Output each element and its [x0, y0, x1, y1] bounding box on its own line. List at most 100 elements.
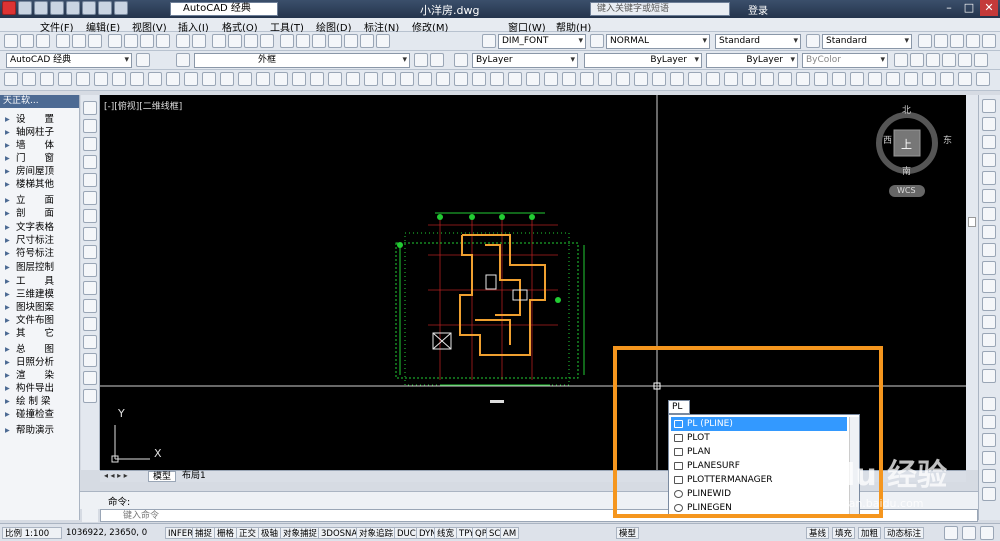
tool-icon-3[interactable] — [40, 72, 54, 86]
menu-item-site-plan[interactable]: 总 图 — [0, 343, 80, 356]
tool-icon-35[interactable] — [616, 72, 630, 86]
copy-icon[interactable] — [124, 34, 138, 48]
tool-icon-26[interactable] — [454, 72, 468, 86]
tool-icon-39[interactable] — [688, 72, 702, 86]
break-icon[interactable] — [982, 297, 996, 311]
toolbar-extra-icon-2[interactable] — [934, 34, 948, 48]
fillet-icon[interactable] — [982, 351, 996, 365]
construction-line-icon[interactable] — [83, 119, 97, 133]
tool-icon-37[interactable] — [652, 72, 666, 86]
save-as-icon[interactable] — [66, 1, 80, 15]
new-file-icon[interactable] — [18, 1, 32, 15]
toolbar-icon-b[interactable] — [910, 53, 924, 67]
open-icon[interactable] — [20, 34, 34, 48]
trim-icon[interactable] — [982, 261, 996, 275]
stretch-icon[interactable] — [982, 243, 996, 257]
tool-icon-1[interactable] — [4, 72, 18, 86]
tool-palettes-icon[interactable] — [312, 34, 326, 48]
login-link[interactable]: 登录 — [748, 2, 768, 17]
status-model[interactable]: 模型 — [616, 527, 640, 539]
scale-icon[interactable] — [982, 225, 996, 239]
tool-icon-19[interactable] — [328, 72, 342, 86]
menu-item-render[interactable]: 渲 染 — [0, 369, 80, 382]
viewcube-south[interactable]: 南 — [902, 164, 911, 177]
toggle-osnap[interactable]: 对象捕捉 — [280, 527, 321, 539]
menu-item-help[interactable]: 帮助演示 — [0, 424, 80, 437]
lineweight-select[interactable]: ByLayer — [706, 53, 798, 68]
tool-icon-7[interactable] — [112, 72, 126, 86]
cut-icon[interactable] — [108, 34, 122, 48]
status-fill[interactable]: 填充 — [832, 527, 856, 539]
qnew-icon[interactable] — [4, 34, 18, 48]
explode-icon[interactable] — [982, 369, 996, 383]
toggle-ortho[interactable]: 正交 — [236, 527, 260, 539]
toggle-otrack[interactable]: 对象追踪 — [356, 527, 397, 539]
paste-icon[interactable] — [140, 34, 154, 48]
sheet-set-icon[interactable] — [328, 34, 342, 48]
toggle-polar[interactable]: 极轴 — [258, 527, 282, 539]
lock-icon[interactable] — [962, 526, 976, 540]
menu-item-layer-control[interactable]: 图层控制 — [0, 261, 80, 274]
plot-preview-icon[interactable] — [72, 34, 86, 48]
tool-icon-29[interactable] — [508, 72, 522, 86]
make-block-icon[interactable] — [83, 299, 97, 313]
osnap-node-icon[interactable] — [982, 451, 996, 465]
redo-icon[interactable] — [192, 34, 206, 48]
menu-item-block-hatch[interactable]: 图块图案 — [0, 301, 80, 314]
tool-icon-36[interactable] — [634, 72, 648, 86]
minimize-icon[interactable]: – — [940, 0, 958, 16]
tool-icon-22[interactable] — [382, 72, 396, 86]
osnap-midpoint-icon[interactable] — [982, 415, 996, 429]
copy-object-icon[interactable] — [982, 117, 996, 131]
toolbar-icon-d[interactable] — [942, 53, 956, 67]
polygon-icon[interactable] — [83, 155, 97, 169]
extend-icon[interactable] — [982, 279, 996, 293]
tool-icon-5[interactable] — [76, 72, 90, 86]
save-icon[interactable] — [36, 34, 50, 48]
linetype-select[interactable]: ByLayer — [584, 53, 702, 68]
point-icon[interactable] — [83, 317, 97, 331]
menu-item-export[interactable]: 构件导出 — [0, 382, 80, 395]
osnap-center-icon[interactable] — [982, 433, 996, 447]
tool-icon-46[interactable] — [814, 72, 828, 86]
tool-icon-50[interactable] — [886, 72, 900, 86]
help-icon[interactable] — [376, 34, 390, 48]
dim-style-select[interactable]: NORMAL — [606, 34, 710, 49]
osnap-none-icon[interactable] — [982, 487, 996, 501]
tool-icon-25[interactable] — [436, 72, 450, 86]
tool-icon-16[interactable] — [274, 72, 288, 86]
tool-icon-4[interactable] — [58, 72, 72, 86]
tool-icon-43[interactable] — [760, 72, 774, 86]
tool-icon-47[interactable] — [832, 72, 846, 86]
tool-icon-18[interactable] — [310, 72, 324, 86]
menu-item-text-table[interactable]: 文字表格 — [0, 221, 80, 234]
workspace-settings-icon[interactable] — [136, 53, 150, 67]
properties-icon[interactable] — [280, 34, 294, 48]
menu-item-dimension[interactable]: 尺寸标注 — [0, 234, 80, 247]
toggle-snap[interactable]: 捕捉 — [192, 527, 216, 539]
offset-icon[interactable] — [982, 153, 996, 167]
polyline-icon[interactable] — [83, 137, 97, 151]
tool-icon-9[interactable] — [148, 72, 162, 86]
tab-nav-arrows[interactable]: ◂ ◂ ▸ ▸ — [104, 471, 128, 480]
tool-icon-27[interactable] — [472, 72, 486, 86]
command-customize-icon[interactable] — [82, 509, 98, 522]
workspace-select[interactable]: AutoCAD 经典 — [170, 2, 278, 16]
tool-icon-54[interactable] — [958, 72, 972, 86]
tool-icon-40[interactable] — [706, 72, 720, 86]
join-icon[interactable] — [982, 315, 996, 329]
viewcube-east[interactable]: 东 — [943, 133, 952, 146]
toolbar-icon-c[interactable] — [926, 53, 940, 67]
toolbar-extra-icon-4[interactable] — [966, 34, 980, 48]
tool-icon-30[interactable] — [526, 72, 540, 86]
wcs-badge[interactable]: WCS — [897, 186, 916, 195]
tool-icon-17[interactable] — [292, 72, 306, 86]
color-select[interactable]: ByLayer — [472, 53, 578, 68]
menu-item-stairs[interactable]: 楼梯其他 — [0, 178, 80, 191]
multileader-style-select[interactable]: Standard — [822, 34, 912, 49]
erase-icon[interactable] — [982, 99, 996, 113]
rectangle-icon[interactable] — [83, 173, 97, 187]
tool-icon-52[interactable] — [922, 72, 936, 86]
menu-item-wall[interactable]: 墙 体 — [0, 139, 80, 152]
layer-state-icon[interactable] — [454, 53, 468, 67]
